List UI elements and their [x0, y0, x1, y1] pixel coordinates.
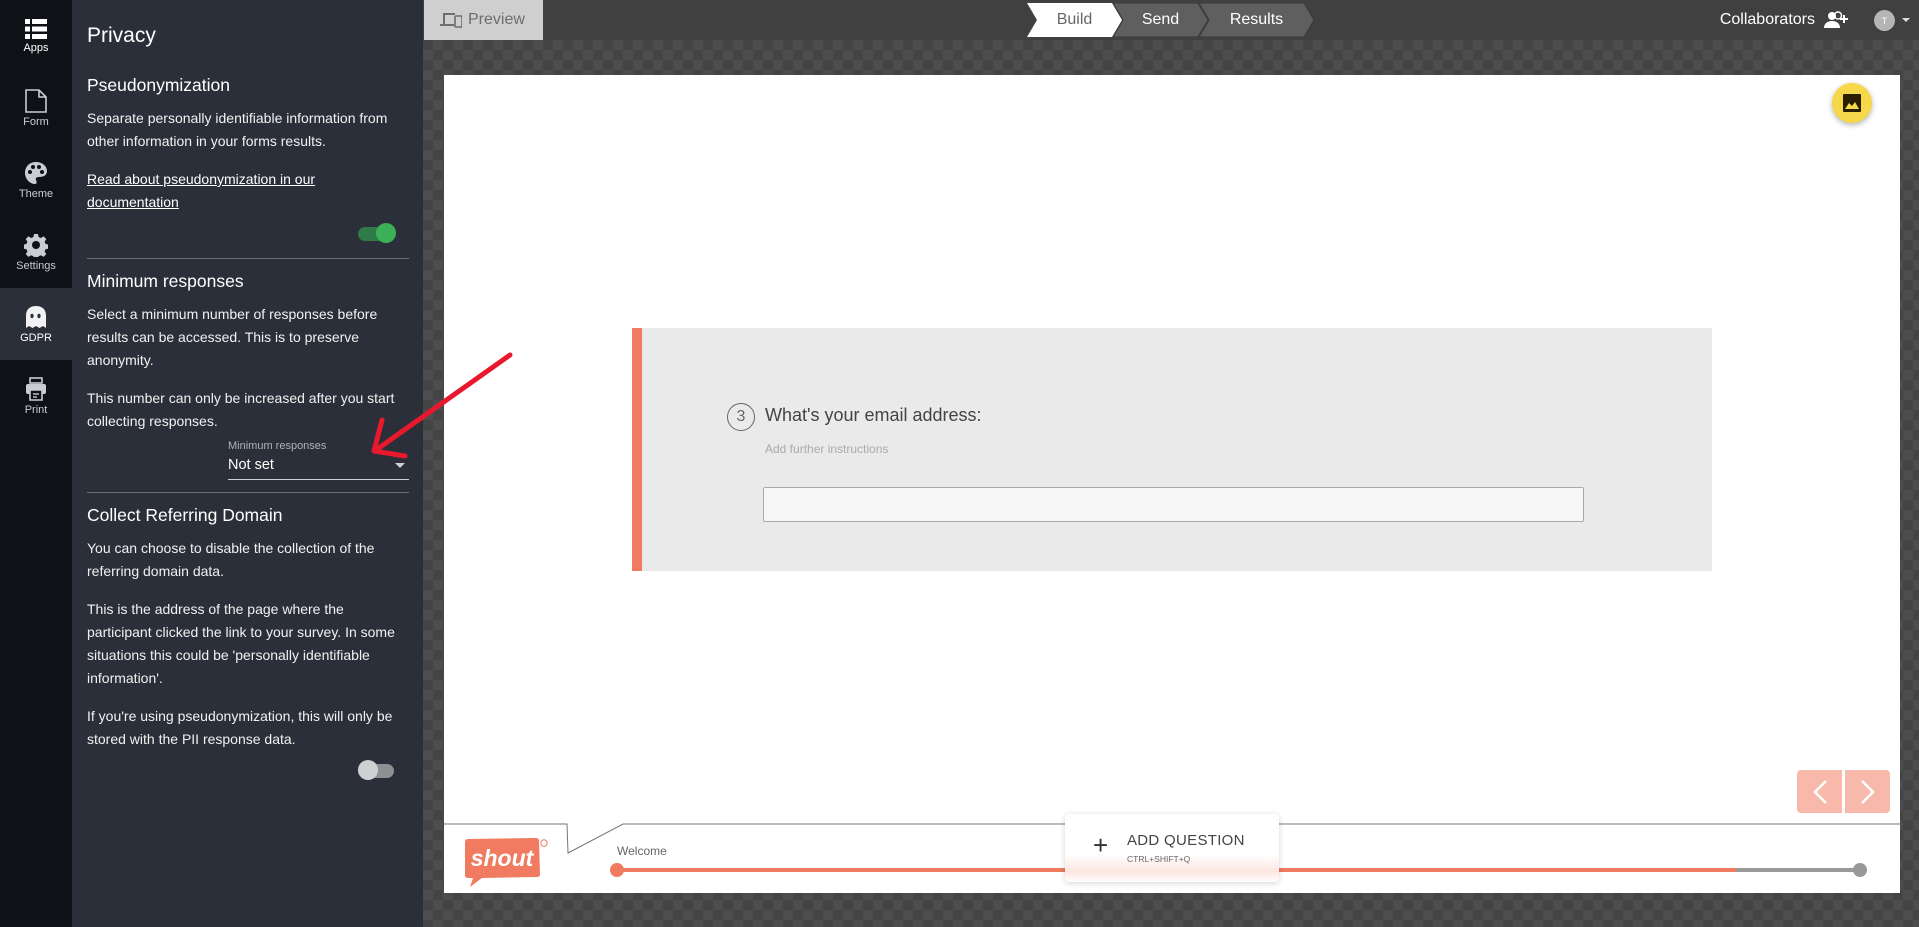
sidebar-item-gdpr[interactable]: GDPR: [0, 288, 72, 360]
avatar[interactable]: T: [1874, 10, 1895, 31]
previous-page-button[interactable]: [1797, 770, 1842, 813]
top-bar: Preview Build Send Results Collaborators…: [423, 0, 1919, 40]
sidebar-item-label: Apps: [23, 41, 49, 54]
referring-domain-note: If you're using pseudonymization, this w…: [87, 708, 393, 747]
referring-domain-description: You can choose to disable the collection…: [87, 540, 375, 579]
chevron-left-icon: [1812, 779, 1827, 804]
panel-title: Privacy: [87, 24, 156, 47]
step-label: Build: [1056, 11, 1093, 28]
pseudonymization-toggle[interactable]: [358, 223, 396, 245]
step-label: Send: [1141, 11, 1180, 28]
devices-icon: [440, 13, 462, 28]
chevron-right-icon: [1860, 779, 1875, 804]
shout-logo[interactable]: shout: [462, 838, 548, 893]
chevron-down-icon[interactable]: [1902, 18, 1910, 22]
gear-icon: [24, 233, 48, 257]
add-question-button[interactable]: + ADD QUESTION CTRL+SHIFT+Q: [1065, 814, 1279, 882]
sidebar-item-label: Form: [23, 115, 49, 128]
palette-icon: [25, 161, 47, 184]
chevron-down-icon: [395, 463, 405, 468]
pseudonymization-docs-link[interactable]: Read about pseudonymization in our docum…: [87, 171, 315, 210]
progress-start-dot[interactable]: [610, 863, 624, 877]
select-label: Minimum responses: [228, 440, 327, 452]
pseudonymization-heading: Pseudonymization: [87, 75, 230, 95]
referring-domain-detail: This is the address of the page where th…: [87, 601, 395, 686]
add-question-label: ADD QUESTION: [1127, 832, 1245, 849]
sidebar-item-theme[interactable]: Theme: [0, 144, 72, 216]
icon-sidebar: Apps Form Theme Settings GDPR Print: [0, 0, 72, 927]
step-send[interactable]: Send: [1113, 3, 1208, 37]
sidebar-item-apps[interactable]: Apps: [0, 0, 72, 72]
toggle-knob: [358, 760, 378, 780]
preview-label: Preview: [468, 11, 525, 28]
apps-grid-icon: [25, 18, 47, 39]
image-icon: [1843, 94, 1861, 112]
page-navigation: [1797, 770, 1890, 813]
step-build[interactable]: Build: [1027, 3, 1122, 37]
sidebar-item-form[interactable]: Form: [0, 72, 72, 144]
sidebar-item-label: GDPR: [20, 331, 52, 344]
logo-mark: shout: [465, 838, 548, 887]
sidebar-item-print[interactable]: Print: [0, 360, 72, 432]
add-user-icon: [1824, 11, 1848, 28]
progress-start-label: Welcome: [617, 844, 667, 858]
minimum-responses-note: This number can only be increased after …: [87, 390, 395, 429]
document-icon: [25, 88, 47, 113]
sidebar-item-label: Print: [24, 403, 48, 416]
referring-domain-toggle[interactable]: [358, 760, 396, 782]
minimum-responses-select[interactable]: Minimum responses Not set: [228, 436, 409, 480]
question-title[interactable]: What's your email address:: [765, 405, 982, 426]
minimum-responses-heading: Minimum responses: [87, 271, 244, 291]
referring-domain-heading: Collect Referring Domain: [87, 505, 283, 525]
privacy-panel: Privacy Pseudonymization Separate person…: [72, 0, 423, 927]
preview-button[interactable]: Preview: [424, 0, 543, 40]
step-label: Results: [1229, 11, 1284, 28]
email-answer-input[interactable]: [763, 487, 1584, 522]
background-image-button[interactable]: [1832, 83, 1872, 123]
toggle-knob: [376, 223, 396, 243]
progress-bar-remaining: [1735, 868, 1860, 872]
section-divider: [87, 258, 409, 259]
progress-end-dot[interactable]: [1853, 863, 1867, 877]
sidebar-item-label: Theme: [18, 187, 54, 200]
logo-text: shout: [471, 845, 535, 871]
plus-icon: +: [1093, 830, 1109, 860]
step-results[interactable]: Results: [1199, 3, 1314, 37]
sidebar-item-settings[interactable]: Settings: [0, 216, 72, 288]
minimum-responses-description: Select a minimum number of responses bef…: [87, 306, 378, 368]
pseudonymization-description: Separate personally identifiable informa…: [87, 110, 388, 149]
collaborators-button[interactable]: Collaborators: [1720, 0, 1849, 40]
select-underline: [228, 479, 409, 480]
select-value: Not set: [228, 457, 274, 473]
question-number: 3: [727, 403, 755, 431]
printer-icon: [26, 376, 46, 401]
section-divider: [87, 492, 409, 493]
ghost-icon: [26, 305, 46, 328]
question-instructions[interactable]: Add further instructions: [765, 442, 888, 456]
collaborators-label: Collaborators: [1719, 11, 1815, 28]
add-question-shortcut: CTRL+SHIFT+Q: [1127, 854, 1191, 864]
next-page-button[interactable]: [1845, 770, 1890, 813]
sidebar-item-label: Settings: [16, 259, 56, 272]
